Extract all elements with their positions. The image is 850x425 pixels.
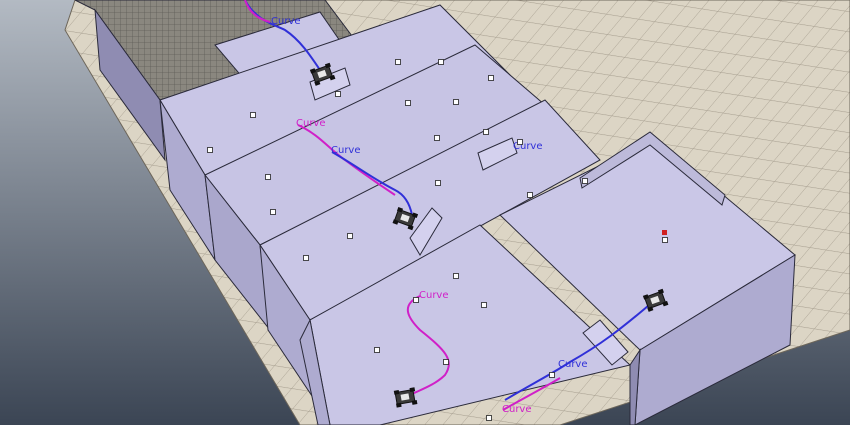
waypoint-marker — [453, 273, 459, 279]
target-marker — [662, 230, 667, 235]
waypoint-marker — [438, 59, 444, 65]
3d-viewport[interactable]: Curve Curve Curve Curve Curve Curve Curve — [0, 0, 850, 425]
waypoint-marker — [405, 100, 411, 106]
waypoint-marker — [434, 135, 440, 141]
waypoint-marker — [582, 178, 588, 184]
waypoint-marker — [527, 192, 533, 198]
scene-canvas[interactable]: CurveCurveCurveCurveCurveCurveCurve — [0, 0, 850, 425]
waypoint-marker — [435, 180, 441, 186]
waypoint-marker — [374, 347, 380, 353]
waypoint-marker — [481, 302, 487, 308]
waypoint-marker — [517, 139, 523, 145]
curve-label: Curve — [271, 16, 301, 27]
curve-label: Curve — [558, 359, 588, 370]
waypoint-marker — [347, 233, 353, 239]
waypoint-marker — [207, 147, 213, 153]
waypoint-marker — [453, 99, 459, 105]
waypoint-marker — [483, 129, 489, 135]
curve-label: Curve — [502, 404, 532, 415]
waypoint-marker — [443, 359, 449, 365]
waypoint-marker — [488, 75, 494, 81]
waypoint-marker — [486, 415, 492, 421]
curve-label: Curve — [296, 118, 326, 129]
waypoint-marker — [395, 59, 401, 65]
curve-label: Curve — [419, 290, 449, 301]
curve-label: Curve — [331, 145, 361, 156]
waypoint-marker — [549, 372, 555, 378]
waypoint-marker — [265, 174, 271, 180]
waypoint-marker — [413, 297, 419, 303]
waypoint-marker — [335, 91, 341, 97]
waypoint-marker — [250, 112, 256, 118]
waypoint-marker — [303, 255, 309, 261]
waypoint-marker — [270, 209, 276, 215]
waypoint-marker — [662, 237, 668, 243]
